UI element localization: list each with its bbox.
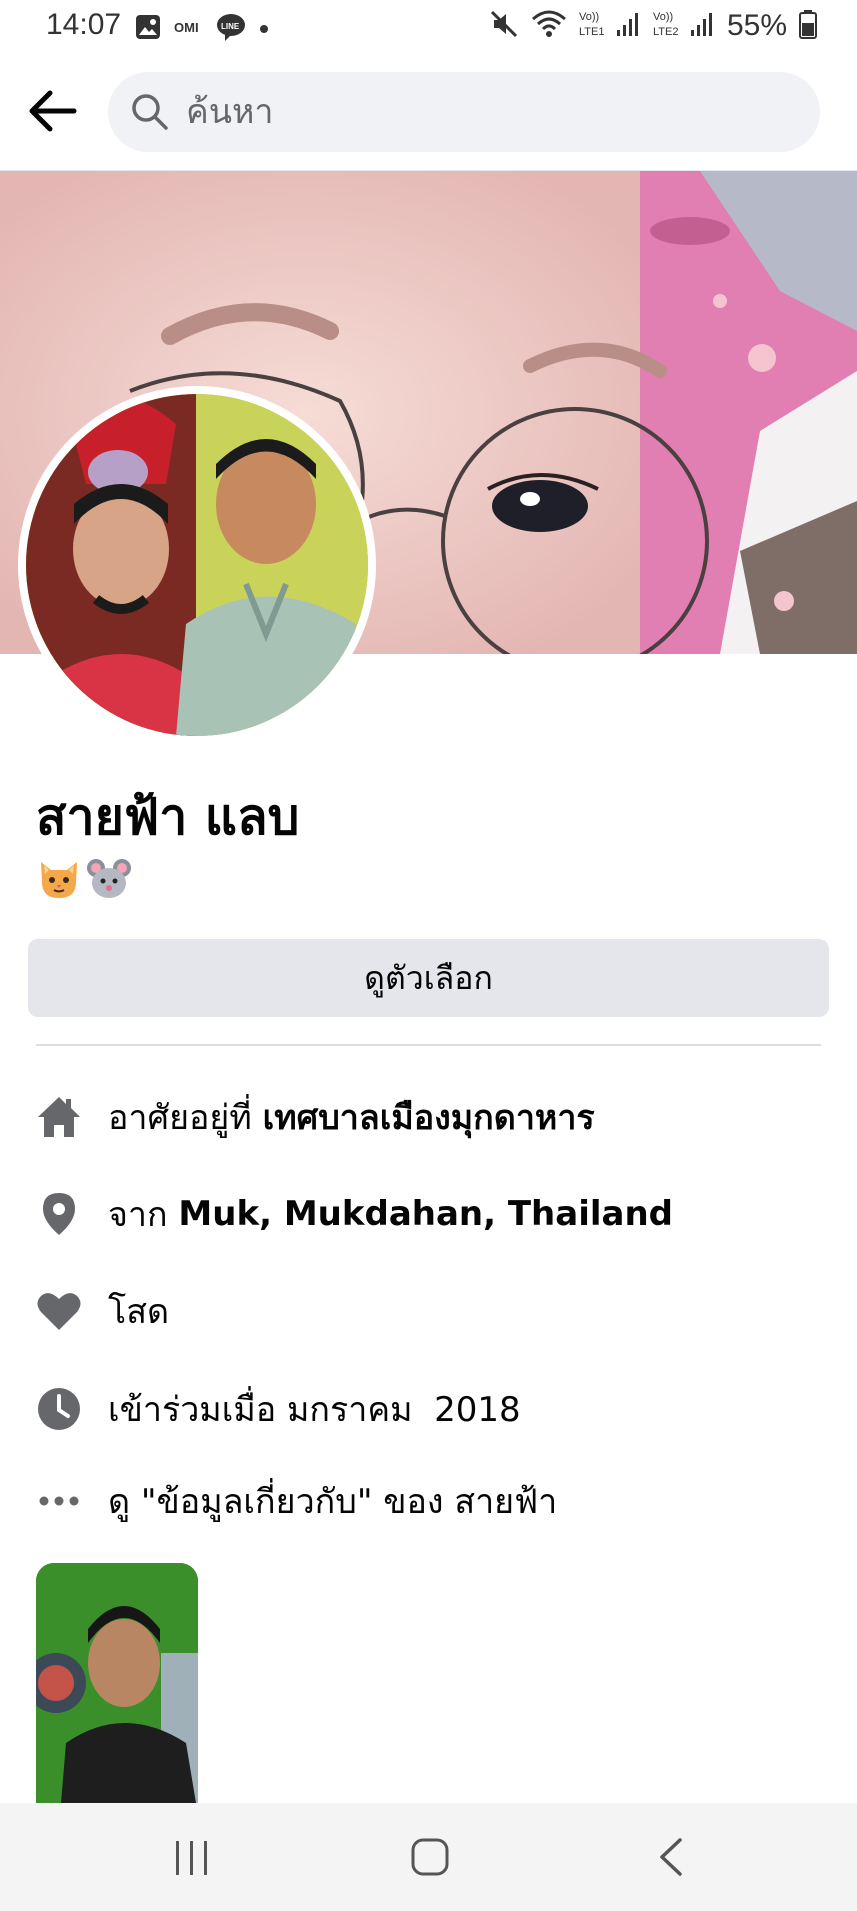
from-value[interactable]: Muk, Mukdahan, Thailand xyxy=(178,1194,673,1234)
search-input[interactable] xyxy=(186,72,786,152)
see-about-link[interactable]: ดู "ข้อมูลเกี่ยวกับ" ของ สายฟ้า xyxy=(108,1474,557,1528)
wifi-icon xyxy=(531,9,567,43)
mouse-face-emoji-icon xyxy=(86,856,132,906)
status-left-icons: OMI LINE xyxy=(134,12,272,46)
svg-text:OMI: OMI xyxy=(174,20,199,35)
detail-see-about[interactable]: ดู "ข้อมูลเกี่ยวกับ" ของ สายฟ้า xyxy=(36,1471,826,1531)
recent-apps-icon[interactable] xyxy=(172,1839,212,1881)
svg-text:Vo)): Vo)) xyxy=(653,11,673,23)
svg-text:LTE2: LTE2 xyxy=(653,26,678,38)
search-icon xyxy=(130,92,170,136)
nav-back-icon[interactable] xyxy=(656,1837,686,1881)
battery-icon xyxy=(799,9,817,43)
search-header xyxy=(0,56,857,171)
svg-text:LINE: LINE xyxy=(221,22,240,31)
svg-text:LTE1: LTE1 xyxy=(579,26,604,38)
see-options-button[interactable]: ดูตัวเลือก xyxy=(28,939,829,1017)
more-dots-icon xyxy=(36,1478,82,1524)
heart-icon xyxy=(36,1288,82,1334)
svg-text:Vo)): Vo)) xyxy=(579,11,599,23)
line-icon: LINE xyxy=(216,12,246,46)
joined-date: เข้าร่วมเมื่อ มกราคม 2018 xyxy=(108,1390,521,1430)
dot-icon xyxy=(256,19,272,39)
back-arrow-icon xyxy=(28,89,78,137)
home-icon xyxy=(36,1094,82,1140)
detail-from: จาก Muk, Mukdahan, Thailand xyxy=(36,1184,826,1244)
cat-face-emoji-icon xyxy=(36,856,82,906)
back-button[interactable] xyxy=(26,86,80,140)
home-button-icon[interactable] xyxy=(410,1837,450,1881)
gallery-icon xyxy=(134,13,162,45)
location-pin-icon xyxy=(36,1191,82,1237)
omi-icon: OMI xyxy=(172,13,206,45)
search-box[interactable] xyxy=(108,72,820,152)
profile-name: สายฟ้า แลบ xyxy=(36,788,300,846)
battery-percent: 55% xyxy=(726,9,787,42)
detail-joined: เข้าร่วมเมื่อ มกราคม 2018 xyxy=(36,1379,826,1439)
profile-picture-image xyxy=(26,394,368,736)
featured-photo[interactable] xyxy=(36,1563,198,1803)
status-bar: 14:07 OMI LINE Vo)) LTE1 Vo)) LTE2 55% xyxy=(0,0,857,56)
detail-lives-in: อาศัยอยู่ที่ เทศบาลเมืองมุกดาหาร xyxy=(36,1087,826,1147)
lives-in-value[interactable]: เทศบาลเมืองมุกดาหาร xyxy=(263,1090,595,1144)
lives-in-label: อาศัยอยู่ที่ xyxy=(108,1098,263,1138)
volte2-signal-icon: Vo)) LTE2 xyxy=(653,8,715,44)
mute-icon xyxy=(489,9,519,43)
from-label: จาก xyxy=(108,1195,179,1235)
status-time: 14:07 xyxy=(46,8,122,41)
profile-bio xyxy=(36,856,132,906)
divider xyxy=(36,1044,821,1046)
navigation-bar xyxy=(0,1803,857,1911)
profile-picture[interactable] xyxy=(18,386,376,744)
relationship-status: โสด xyxy=(108,1292,170,1332)
volte1-signal-icon: Vo)) LTE1 xyxy=(579,8,641,44)
status-right: Vo)) LTE1 Vo)) LTE2 55% xyxy=(489,8,817,44)
clock-icon xyxy=(36,1386,82,1432)
detail-relationship: โสด xyxy=(36,1281,826,1341)
